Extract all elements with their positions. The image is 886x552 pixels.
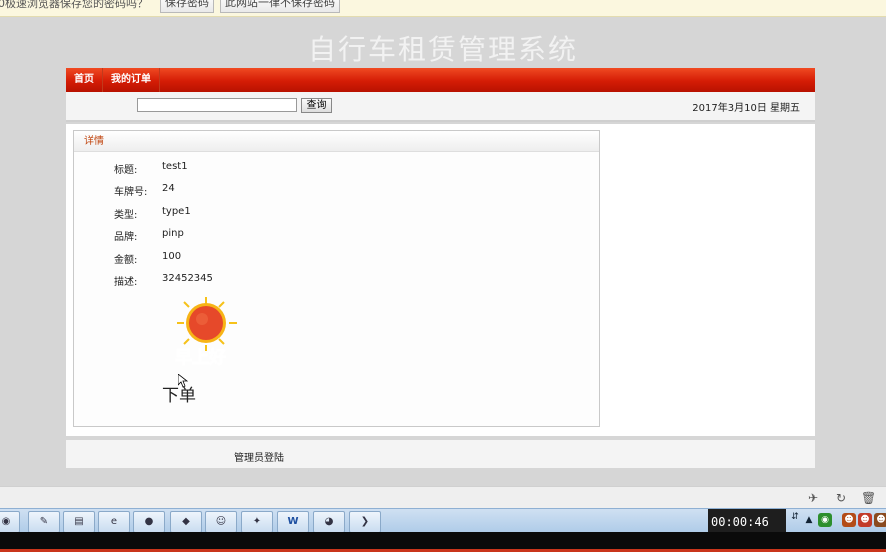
detail-row-type: 类型: type1 (114, 206, 191, 221)
admin-login-link[interactable]: 管理员登陆 (234, 449, 284, 464)
ie-browser-icon[interactable]: e (98, 511, 130, 533)
password-save-bar: 0极速浏览器保存您的密码吗？ 保存密码 此网站一律不保存密码 (0, 0, 886, 17)
field-value: 24 (162, 183, 175, 194)
detail-row-brand: 品牌: pinp (114, 228, 184, 243)
field-value: type1 (162, 206, 191, 217)
taskbar-app-icon[interactable]: ✦ (241, 511, 273, 533)
field-label: 品牌: (114, 232, 138, 243)
main-content: 详情 标题: test1 车牌号: 24 类型: type1 品牌: pinp … (66, 124, 815, 436)
detail-row-title: 标题: test1 (114, 161, 188, 176)
field-value: 32452345 (162, 273, 213, 284)
field-label: 标题: (114, 165, 138, 176)
pin-icon[interactable]: ✈ (806, 491, 820, 505)
taskbar: ◉ ✎ ▤ e ● ◆ ☺ ✦ W ◕ ❯ 00:00:46 ⇵ ▲ ◉ ☻ ☻… (0, 508, 886, 533)
current-date: 2017年3月10日 星期五 (692, 103, 800, 114)
tray-network-icon[interactable]: ◉ (818, 513, 832, 527)
firefox-icon[interactable]: ● (133, 511, 165, 533)
tray-app-icon[interactable]: ☻ (842, 513, 856, 527)
search-input[interactable] (137, 98, 297, 112)
field-label: 类型: (114, 210, 138, 221)
tray-expand-icon[interactable]: ▲ (802, 513, 816, 527)
tray-arrow-icon[interactable]: ⇵ (788, 510, 802, 524)
detail-row-plate: 车牌号: 24 (114, 183, 175, 198)
save-password-button[interactable]: 保存密码 (160, 0, 214, 13)
taskbar-app-icon[interactable]: ◆ (170, 511, 202, 533)
image-caption: 早上好 (175, 347, 226, 368)
detail-panel: 详情 标题: test1 车牌号: 24 类型: type1 品牌: pinp … (73, 130, 600, 427)
detail-row-description: 描述: 32452345 (114, 273, 213, 288)
never-save-password-button[interactable]: 此网站一律不保存密码 (220, 0, 340, 13)
field-value: 100 (162, 251, 182, 262)
panel-title: 详情 (74, 131, 599, 152)
nav-item-my-orders[interactable]: 我的订单 (103, 68, 160, 92)
recording-timer: 00:00:46 (711, 515, 769, 529)
taskbar-app-icon[interactable]: ◉ (0, 511, 20, 533)
main-nav: 首页 我的订单 (66, 68, 815, 92)
field-label: 车牌号: (114, 187, 148, 198)
tray-app-icon[interactable]: ☻ (858, 513, 872, 527)
field-value: pinp (162, 228, 184, 239)
tray-app-icon[interactable]: ☻ (874, 513, 886, 527)
trash-icon[interactable]: 🗑 (861, 491, 876, 505)
search-button[interactable]: 查询 (301, 98, 332, 113)
field-label: 描述: (114, 277, 138, 288)
taskbar-app-icon[interactable]: ❯ (349, 511, 381, 533)
word-icon[interactable]: W (277, 511, 309, 533)
site-title: 自行车租赁管理系统 (307, 33, 578, 66)
password-save-message: 0极速浏览器保存您的密码吗？ (0, 0, 148, 10)
footer: 管理员登陆 (66, 440, 815, 468)
browser-status-bar: ✈ ↻ 🗑 (0, 486, 886, 509)
nav-item-home[interactable]: 首页 (66, 68, 103, 92)
bicycle-image: 早上好 (175, 297, 237, 368)
field-value: test1 (162, 161, 188, 172)
search-bar: 查询 2017年3月10日 星期五 (66, 92, 815, 122)
taskbar-app-icon[interactable]: ▤ (63, 511, 95, 533)
taskbar-app-icon[interactable]: ☺ (205, 511, 237, 533)
taskbar-app-icon[interactable]: ✎ (28, 511, 60, 533)
bottom-strip (0, 532, 886, 552)
field-label: 金额: (114, 255, 138, 266)
mouse-cursor-icon (178, 374, 188, 388)
chrome-icon[interactable]: ◕ (313, 511, 345, 533)
reload-icon[interactable]: ↻ (834, 491, 848, 505)
detail-row-amount: 金额: 100 (114, 251, 181, 266)
